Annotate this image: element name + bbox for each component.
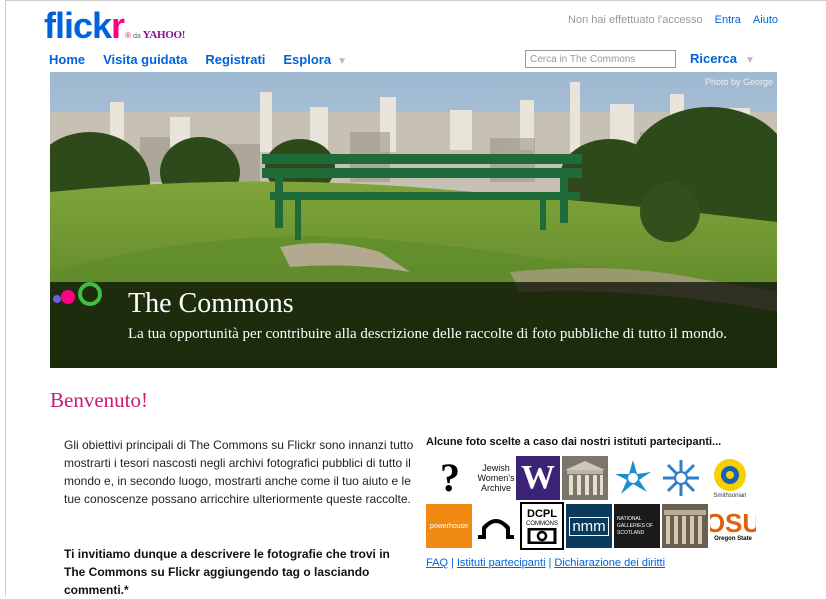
search-input[interactable] (525, 50, 676, 68)
dcpl-commons-label: COMMONS (526, 520, 558, 527)
chevron-down-icon: ▼ (337, 56, 347, 67)
login-link[interactable]: Entra (715, 14, 741, 26)
institution-tile-building[interactable] (562, 456, 608, 500)
powerhouse-label: powerhouse (429, 522, 469, 530)
commons-subtitle: La tua opportunità per contribuire alla … (128, 326, 727, 342)
jewish-line-1: Jewish (482, 462, 510, 473)
columns-building-icon (662, 504, 708, 548)
nav-register[interactable]: Registrati (205, 52, 265, 67)
nav-explore-label: Esplora (283, 52, 332, 67)
rights-link[interactable]: Dichiarazione dei diritti (554, 557, 665, 569)
flickr-logo[interactable]: flickr ® da YAHOO! (44, 5, 186, 46)
institution-tile-flower[interactable] (658, 456, 704, 500)
nls-line-2: GALLERIES OF (617, 522, 654, 529)
chevron-down-icon: ▼ (744, 55, 755, 66)
institution-tile-nls[interactable]: NATIONAL GALLERIES OF SCOTLAND (614, 504, 660, 548)
institution-tile-nmm[interactable]: nmm (566, 504, 612, 548)
nmm-logo: nmm (569, 516, 609, 536)
institution-tile-spiral-blue[interactable] (610, 456, 656, 500)
nav-tour[interactable]: Visita guidata (103, 52, 187, 67)
hero-banner: Photo by George The Commons La tua oppor… (50, 72, 777, 368)
osu-sub-label: Oregon State (714, 536, 752, 542)
welcome-heading: Benvenuto! (50, 388, 148, 412)
photo-credit[interactable]: Photo by George (705, 77, 773, 87)
account-links: Non hai effettuato l'accesso Entra Aiuto (568, 14, 778, 26)
museum-building-icon (562, 456, 608, 500)
institution-tile-w[interactable]: W (516, 456, 560, 500)
logo-flick: flickr (44, 5, 125, 46)
footer-links: FAQ | Istituti partecipanti | Dichiarazione … (426, 557, 665, 569)
w-logo: W (521, 459, 555, 496)
dcpl-label: DCPL (527, 507, 557, 520)
search-button-label: Ricerca (690, 51, 737, 66)
intro-text: Gli obiettivi principali di The Commons … (64, 438, 414, 506)
institution-tile-jewish[interactable]: Jewish Women's Archive (472, 454, 520, 501)
institution-tile-osu[interactable]: OSU Oregon State (710, 504, 756, 548)
logo-da: da (132, 33, 141, 40)
arch-icon (478, 519, 514, 539)
institution-tile-columns[interactable] (662, 504, 708, 548)
sun-icon (714, 459, 746, 491)
search-button[interactable]: Ricerca ▼ (690, 51, 755, 66)
help-link[interactable]: Aiuto (753, 14, 778, 26)
logo-yahoo: YAHOO! (142, 29, 186, 41)
login-status: Non hai effettuato l'accesso (568, 14, 703, 26)
partners-link[interactable]: Istituti partecipanti (457, 557, 546, 569)
link-separator: | (451, 557, 454, 569)
dcpl-symbol-icon (527, 527, 557, 544)
faq-link[interactable]: FAQ (426, 557, 448, 569)
nav-home[interactable]: Home (49, 52, 85, 67)
institutions-heading: Alcune foto scelte a caso dai nostri ist… (426, 436, 722, 448)
logo-registered: ® (125, 31, 131, 40)
jewish-line-2: Women's (477, 472, 515, 483)
nav-explore[interactable]: Esplora ▼ (283, 52, 347, 67)
commons-logo-icon (53, 282, 102, 306)
link-separator: | (548, 557, 552, 569)
nls-line-3: SCOTLAND (617, 529, 645, 536)
institution-tile-dcpl[interactable]: DCPL COMMONS (520, 502, 564, 550)
osu-logo: OSU (710, 508, 756, 538)
institution-tile-question[interactable]: ? (426, 454, 474, 501)
institution-tile-powerhouse[interactable]: powerhouse (426, 504, 472, 548)
invite-text: Ti invitiamo dunque a descrivere le foto… (64, 547, 390, 597)
banner-caption: The Commons La tua opportunità per contr… (50, 282, 777, 368)
jewish-line-3: Archive (480, 482, 511, 493)
commons-title: The Commons (128, 288, 294, 319)
main-nav: Home Visita guidata Registrati Esplora ▼ (49, 52, 347, 67)
blue-flower-icon (663, 460, 699, 496)
smithsonian-label: Smithsonian (713, 493, 747, 499)
nls-line-1: NATIONAL (617, 515, 642, 522)
institution-tile-arch[interactable] (474, 504, 518, 548)
blue-spiral-icon (615, 460, 651, 494)
question-mark-icon: ? (440, 455, 460, 500)
institution-tile-smithsonian[interactable]: Smithsonian (706, 454, 754, 502)
